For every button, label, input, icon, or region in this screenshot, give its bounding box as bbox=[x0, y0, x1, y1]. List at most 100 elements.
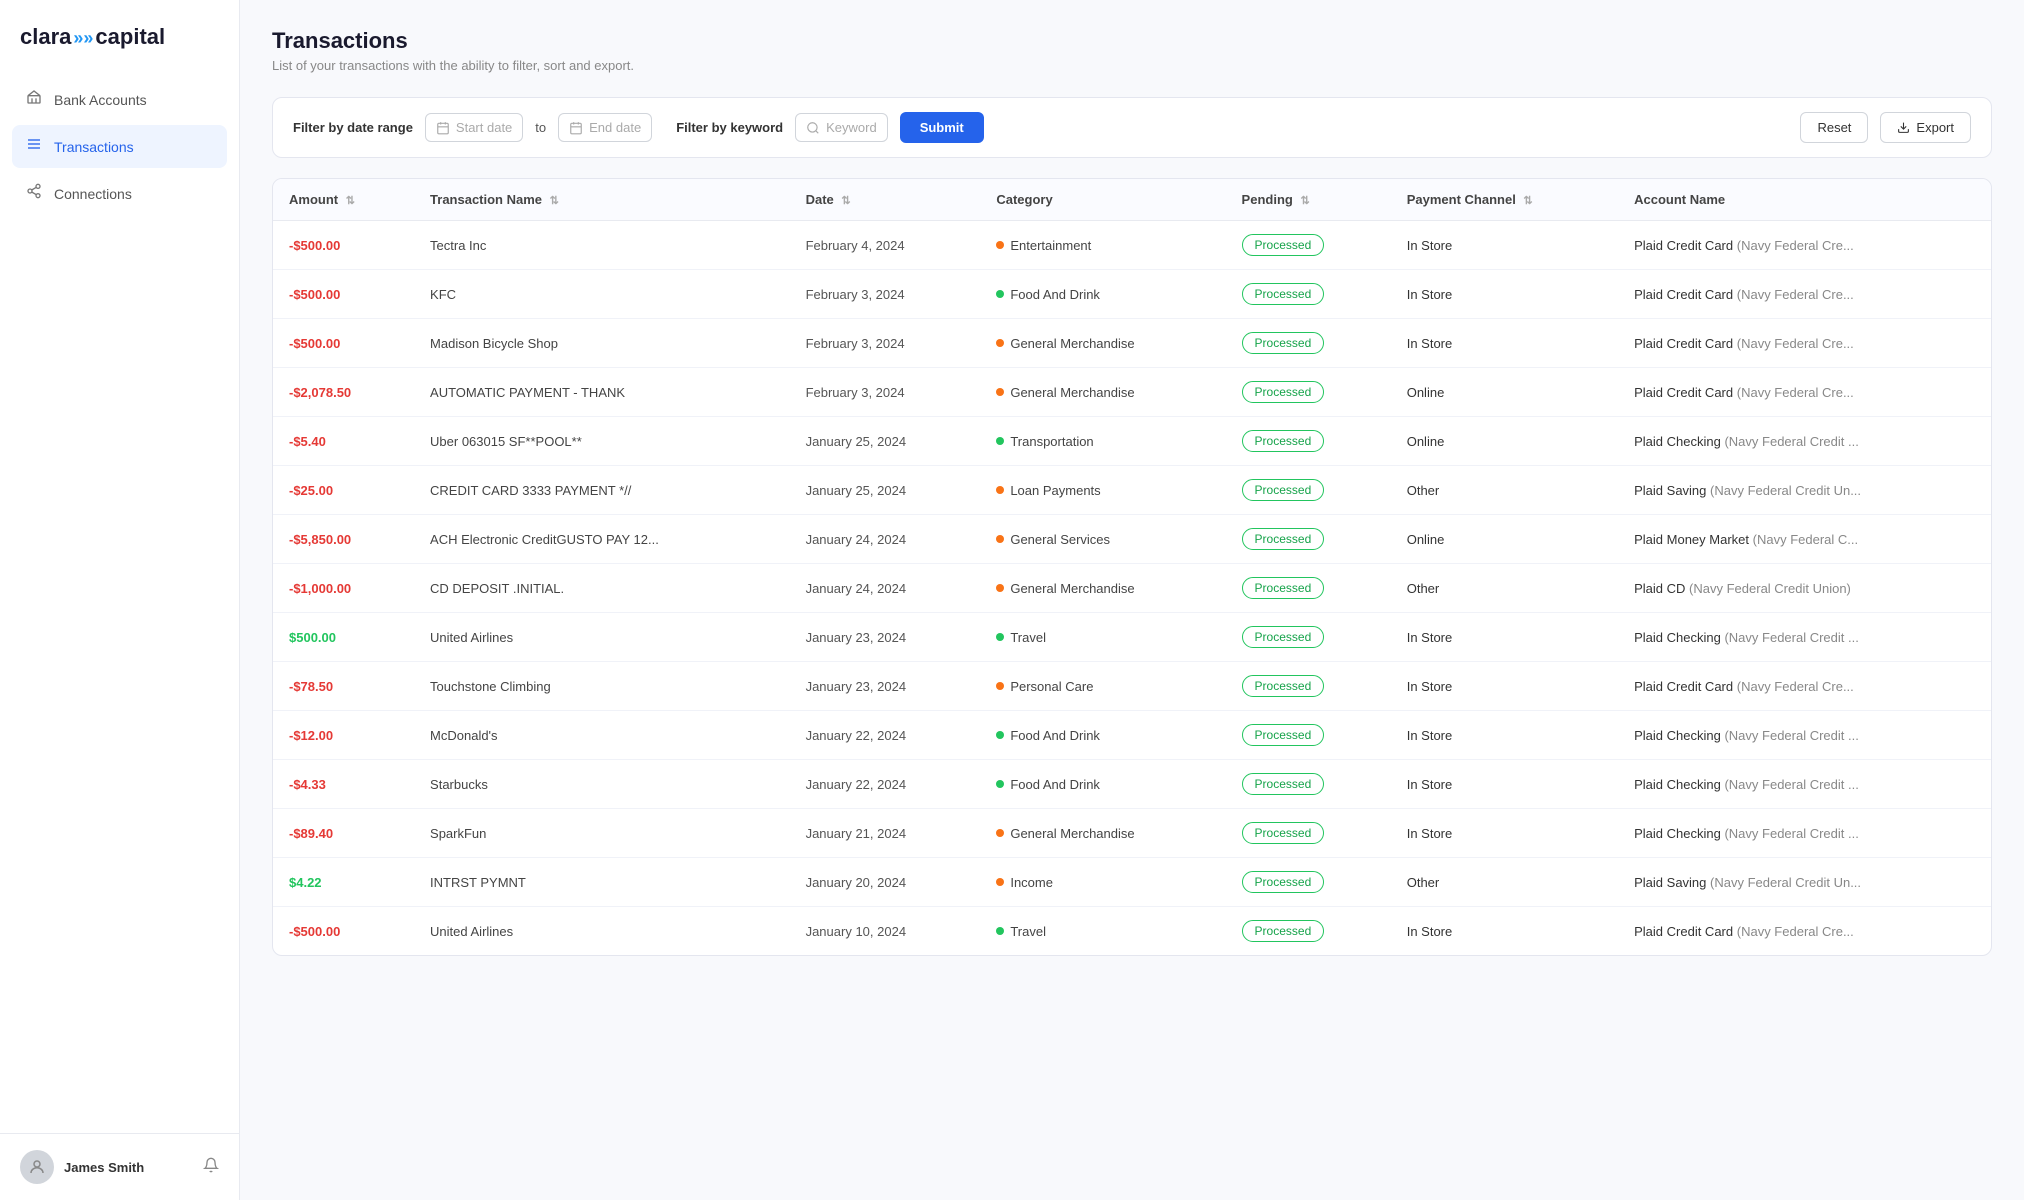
cell-tx-name: United Airlines bbox=[414, 613, 790, 662]
cell-category: General Merchandise bbox=[980, 368, 1225, 417]
account-suffix: (Navy Federal C... bbox=[1753, 532, 1858, 547]
account-suffix: (Navy Federal Credit ... bbox=[1724, 826, 1858, 841]
cell-account: Plaid Credit Card (Navy Federal Cre... bbox=[1618, 907, 1991, 956]
category-label: General Services bbox=[1010, 532, 1110, 547]
cell-amount: -$4.33 bbox=[289, 777, 326, 792]
category-label: General Merchandise bbox=[1010, 385, 1134, 400]
col-payment-channel[interactable]: Payment Channel ⇅ bbox=[1391, 179, 1618, 221]
bell-icon[interactable] bbox=[203, 1157, 219, 1178]
account-suffix: (Navy Federal Cre... bbox=[1737, 679, 1854, 694]
submit-button[interactable]: Submit bbox=[900, 112, 984, 143]
cell-account: Plaid Checking (Navy Federal Credit ... bbox=[1618, 613, 1991, 662]
cell-date: January 23, 2024 bbox=[790, 662, 981, 711]
account-name: Plaid Saving bbox=[1634, 875, 1706, 890]
col-category: Category bbox=[980, 179, 1225, 221]
table-row[interactable]: -$1,000.00 CD DEPOSIT .INITIAL. January … bbox=[273, 564, 1991, 613]
cell-status: Processed bbox=[1226, 270, 1391, 319]
category-label: Travel bbox=[1010, 924, 1046, 939]
cell-channel: In Store bbox=[1391, 809, 1618, 858]
category-label: Entertainment bbox=[1010, 238, 1091, 253]
table-row[interactable]: $500.00 United Airlines January 23, 2024… bbox=[273, 613, 1991, 662]
keyword-input[interactable]: Keyword bbox=[795, 113, 888, 142]
cell-account: Plaid Saving (Navy Federal Credit Un... bbox=[1618, 858, 1991, 907]
cell-tx-name: Starbucks bbox=[414, 760, 790, 809]
cell-account: Plaid Checking (Navy Federal Credit ... bbox=[1618, 711, 1991, 760]
avatar bbox=[20, 1150, 54, 1184]
sidebar-item-connections[interactable]: Connections bbox=[12, 172, 227, 215]
cell-date: January 24, 2024 bbox=[790, 515, 981, 564]
cell-date: January 24, 2024 bbox=[790, 564, 981, 613]
cell-status: Processed bbox=[1226, 858, 1391, 907]
account-name: Plaid Credit Card bbox=[1634, 924, 1733, 939]
export-button[interactable]: Export bbox=[1880, 112, 1971, 143]
col-pending[interactable]: Pending ⇅ bbox=[1226, 179, 1391, 221]
cell-date: January 23, 2024 bbox=[790, 613, 981, 662]
category-dot bbox=[996, 584, 1004, 592]
table-row[interactable]: -$500.00 United Airlines January 10, 202… bbox=[273, 907, 1991, 956]
cell-channel: Online bbox=[1391, 515, 1618, 564]
sidebar-item-transactions[interactable]: Transactions bbox=[12, 125, 227, 168]
cell-status: Processed bbox=[1226, 760, 1391, 809]
export-label: Export bbox=[1916, 120, 1954, 135]
cell-date: January 22, 2024 bbox=[790, 760, 981, 809]
table-row[interactable]: $4.22 INTRST PYMNT January 20, 2024 Inco… bbox=[273, 858, 1991, 907]
cell-amount: -$500.00 bbox=[289, 924, 340, 939]
cell-category: Income bbox=[980, 858, 1225, 907]
account-suffix: (Navy Federal Credit ... bbox=[1724, 434, 1858, 449]
cell-date: January 10, 2024 bbox=[790, 907, 981, 956]
status-badge: Processed bbox=[1242, 381, 1325, 403]
category-label: Personal Care bbox=[1010, 679, 1093, 694]
cell-date: January 25, 2024 bbox=[790, 417, 981, 466]
cell-date: January 21, 2024 bbox=[790, 809, 981, 858]
account-name: Plaid Credit Card bbox=[1634, 679, 1733, 694]
table-row[interactable]: -$5,850.00 ACH Electronic CreditGUSTO PA… bbox=[273, 515, 1991, 564]
cell-amount: -$2,078.50 bbox=[289, 385, 351, 400]
cell-tx-name: ACH Electronic CreditGUSTO PAY 12... bbox=[414, 515, 790, 564]
category-dot bbox=[996, 878, 1004, 886]
cell-amount: -$500.00 bbox=[289, 336, 340, 351]
cell-channel: In Store bbox=[1391, 907, 1618, 956]
cell-amount: -$5.40 bbox=[289, 434, 326, 449]
table-row[interactable]: -$12.00 McDonald's January 22, 2024 Food… bbox=[273, 711, 1991, 760]
col-transaction-name[interactable]: Transaction Name ⇅ bbox=[414, 179, 790, 221]
cell-status: Processed bbox=[1226, 417, 1391, 466]
sidebar-footer: James Smith bbox=[0, 1133, 239, 1200]
table-row[interactable]: -$500.00 KFC February 3, 2024 Food And D… bbox=[273, 270, 1991, 319]
table-row[interactable]: -$500.00 Madison Bicycle Shop February 3… bbox=[273, 319, 1991, 368]
account-name: Plaid Checking bbox=[1634, 630, 1721, 645]
account-suffix: (Navy Federal Credit Union) bbox=[1689, 581, 1851, 596]
table-row[interactable]: -$4.33 Starbucks January 22, 2024 Food A… bbox=[273, 760, 1991, 809]
account-suffix: (Navy Federal Cre... bbox=[1737, 336, 1854, 351]
col-amount[interactable]: Amount ⇅ bbox=[273, 179, 414, 221]
table-row[interactable]: -$5.40 Uber 063015 SF**POOL** January 25… bbox=[273, 417, 1991, 466]
cell-tx-name: Madison Bicycle Shop bbox=[414, 319, 790, 368]
table-row[interactable]: -$78.50 Touchstone Climbing January 23, … bbox=[273, 662, 1991, 711]
col-date[interactable]: Date ⇅ bbox=[790, 179, 981, 221]
category-label: Travel bbox=[1010, 630, 1046, 645]
sidebar: clara»»capital Bank Accounts Transaction… bbox=[0, 0, 240, 1200]
account-name: Plaid Checking bbox=[1634, 434, 1721, 449]
account-suffix: (Navy Federal Cre... bbox=[1737, 385, 1854, 400]
account-suffix: (Navy Federal Cre... bbox=[1737, 287, 1854, 302]
table-row[interactable]: -$2,078.50 AUTOMATIC PAYMENT - THANK Feb… bbox=[273, 368, 1991, 417]
table-row[interactable]: -$500.00 Tectra Inc February 4, 2024 Ent… bbox=[273, 221, 1991, 270]
start-date-input[interactable]: Start date bbox=[425, 113, 523, 142]
cell-date: January 20, 2024 bbox=[790, 858, 981, 907]
category-label: Transportation bbox=[1010, 434, 1093, 449]
table-row[interactable]: -$25.00 CREDIT CARD 3333 PAYMENT *// Jan… bbox=[273, 466, 1991, 515]
sidebar-item-bank-accounts[interactable]: Bank Accounts bbox=[12, 78, 227, 121]
cell-account: Plaid Money Market (Navy Federal C... bbox=[1618, 515, 1991, 564]
user-name: James Smith bbox=[64, 1160, 193, 1175]
category-dot bbox=[996, 437, 1004, 445]
reset-button[interactable]: Reset bbox=[1800, 112, 1868, 143]
status-badge: Processed bbox=[1242, 577, 1325, 599]
account-name: Plaid CD bbox=[1634, 581, 1685, 596]
end-date-input[interactable]: End date bbox=[558, 113, 652, 142]
account-name: Plaid Credit Card bbox=[1634, 238, 1733, 253]
category-dot bbox=[996, 682, 1004, 690]
status-badge: Processed bbox=[1242, 626, 1325, 648]
table-row[interactable]: -$89.40 SparkFun January 21, 2024 Genera… bbox=[273, 809, 1991, 858]
status-badge: Processed bbox=[1242, 724, 1325, 746]
status-badge: Processed bbox=[1242, 675, 1325, 697]
category-label: Loan Payments bbox=[1010, 483, 1100, 498]
